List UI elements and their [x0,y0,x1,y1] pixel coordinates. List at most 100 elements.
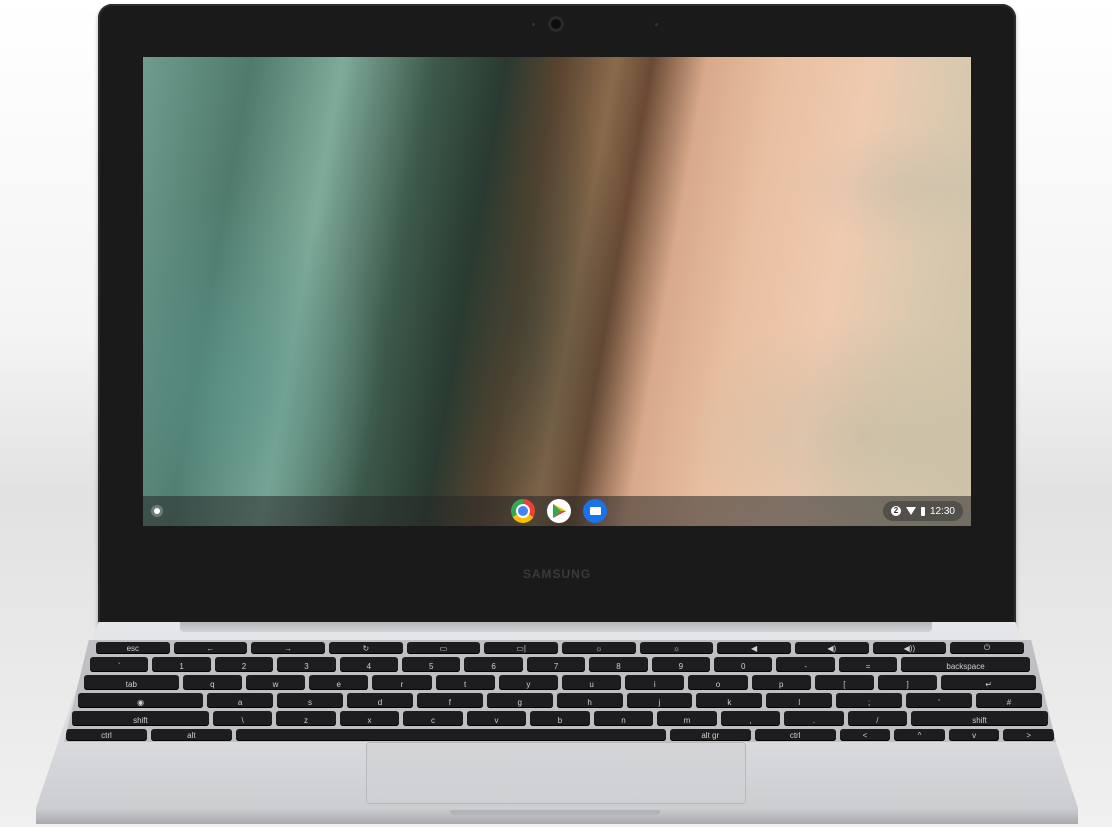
wifi-icon [905,507,916,515]
shelf-apps [511,499,607,523]
keyboard: esc ← → ↻ ▭ ▭| ☼ ☼ ◀ ◀) ◀)) ⏻ ` 1 2 3 4 5 6 7 8 9 0- = backspac… [64,640,1056,742]
key[interactable]: 8 [589,657,648,672]
files-icon[interactable] [583,499,607,523]
key[interactable] [235,729,666,741]
key[interactable]: alt gr [669,729,751,741]
desktop-screen: 2 12:30 [143,57,971,526]
key[interactable]: 7 [526,657,586,672]
key[interactable]: \ [212,711,273,726]
key[interactable]: ◀ [717,642,791,654]
key[interactable]: ← [173,642,248,654]
key[interactable]: f [416,693,483,708]
key[interactable]: ctrl [754,729,836,741]
key[interactable]: esc [96,642,170,654]
key[interactable]: b [530,711,590,726]
key[interactable]: [ [814,675,874,690]
home-row: ◉ a s d f g h j k l; ' # [78,693,1042,708]
key[interactable]: shift [72,711,209,726]
key[interactable]: ◀) [794,642,869,654]
status-tray[interactable]: 2 12:30 [882,501,963,521]
key[interactable]: ↻ [328,642,403,654]
modifier-row: ctrl alt alt gr ctrl < ^ v > [66,729,1054,741]
key[interactable]: v [948,729,1000,741]
key[interactable]: 9 [651,657,711,672]
key[interactable]: 3 [277,657,336,672]
key[interactable]: 2 [214,657,274,672]
key[interactable]: p [751,675,811,690]
key[interactable]: l [766,693,833,708]
key[interactable]: a [207,693,274,708]
key[interactable]: , [720,711,781,726]
launcher-button[interactable] [151,505,163,517]
battery-icon [920,506,925,516]
key[interactable]: ⏻ [950,642,1024,654]
key[interactable]: k [696,693,763,708]
webcam [548,16,564,32]
sensor-dot [532,23,535,26]
key[interactable]: ' [906,693,972,708]
key[interactable]: 6 [464,657,523,672]
chromeos-shelf: 2 12:30 [143,496,971,526]
key[interactable]: g [486,693,553,708]
key[interactable]: shift [911,711,1048,726]
chrome-icon[interactable] [511,499,535,523]
key[interactable]: v [466,711,527,726]
key[interactable]: i [625,675,685,690]
touchpad[interactable] [366,742,746,804]
play-store-icon[interactable] [547,499,571,523]
key[interactable]: 5 [402,657,461,672]
key[interactable]: . [784,711,844,726]
key[interactable]: ◉ [78,693,204,708]
key[interactable]: > [1003,729,1054,741]
key[interactable]: ☼ [639,642,714,654]
key[interactable]: z [276,711,336,726]
key[interactable]: e [309,675,369,690]
key[interactable]: x [339,711,400,726]
key[interactable]: - [776,657,835,672]
key[interactable]: o [688,675,748,690]
key[interactable]: = [838,657,898,672]
top-letter-row: tab q w e r t y u i o p[] ↵ [84,675,1036,690]
key[interactable]: 4 [339,657,399,672]
brand-logo: SAMSUNG [522,567,592,581]
hinge [180,622,932,632]
key[interactable]: ☼ [561,642,636,654]
key[interactable]: d [346,693,413,708]
key[interactable]: ctrl [66,729,147,741]
key[interactable]: ▭ [406,642,481,654]
key[interactable]: backspace [901,657,1030,672]
key[interactable]: alt [150,729,232,741]
key[interactable]: tab [84,675,179,690]
key[interactable]: j [626,693,693,708]
key[interactable]: < [839,729,891,741]
key[interactable]: q [182,675,242,690]
bottom-letter-row: shift \ z x c v b n m,. / shift [72,711,1048,726]
key[interactable]: n [593,711,654,726]
key[interactable]: 1 [152,657,211,672]
key[interactable]: ▭| [484,642,558,654]
key[interactable]: ◀)) [872,642,947,654]
key[interactable]: r [372,675,432,690]
key[interactable]: t [435,675,495,690]
key[interactable]: ` [90,657,149,672]
key[interactable]: h [556,693,623,708]
number-row: ` 1 2 3 4 5 6 7 8 9 0- = backspace [90,657,1030,672]
key[interactable]: w [245,675,306,690]
key[interactable]: ; [836,693,903,708]
clock: 12:30 [929,505,955,517]
lid-notch [450,810,660,815]
key[interactable]: ^ [894,729,945,741]
key[interactable]: 0 [714,657,773,672]
key[interactable]: ↵ [941,675,1036,690]
key[interactable]: m [657,711,717,726]
key[interactable]: s [277,693,343,708]
key[interactable]: y [498,675,558,690]
key[interactable]: ] [877,675,938,690]
key[interactable]: / [847,711,908,726]
key[interactable]: # [976,693,1042,708]
key[interactable]: → [251,642,325,654]
key[interactable]: u [561,675,622,690]
function-row: esc ← → ↻ ▭ ▭| ☼ ☼ ◀ ◀) ◀)) ⏻ [96,642,1024,654]
key[interactable]: c [403,711,463,726]
notification-badge: 2 [890,506,901,516]
